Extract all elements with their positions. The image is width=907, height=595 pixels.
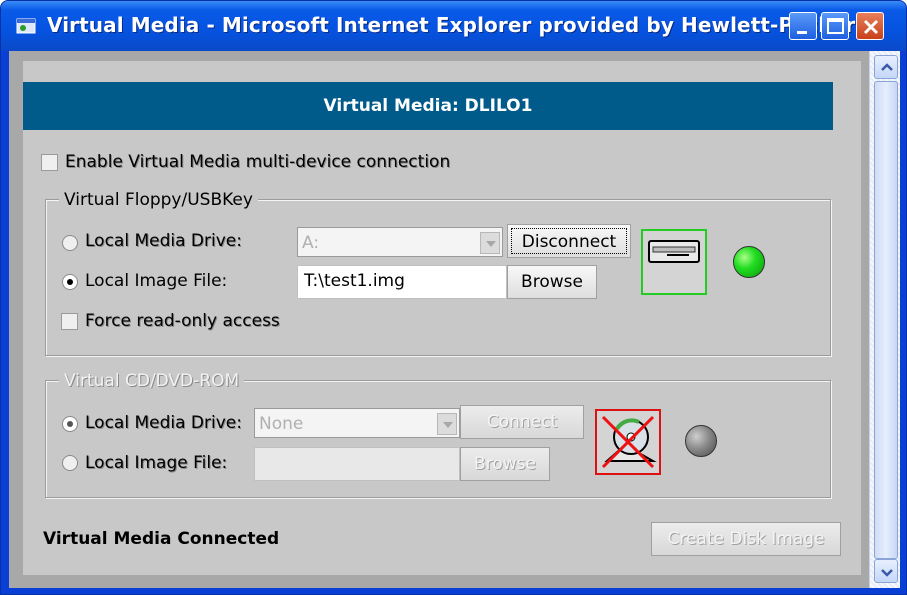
floppy-media-drive-label: Local Media Drive: xyxy=(85,231,242,251)
close-button[interactable] xyxy=(856,12,884,40)
minimize-button[interactable] xyxy=(789,12,817,40)
disconnect-label: Disconnect xyxy=(511,228,627,254)
floppy-image-file-input[interactable]: T:\test1.img xyxy=(297,265,507,299)
chevron-down-icon xyxy=(881,569,893,577)
readonly-checkbox[interactable] xyxy=(61,313,78,330)
ie-window-icon xyxy=(16,18,36,34)
cdrom-media-drive-radio[interactable] xyxy=(62,416,78,432)
multi-device-label: Enable Virtual Media multi-device connec… xyxy=(65,152,451,172)
floppy-status-led xyxy=(733,246,765,278)
client-area: Virtual Media: DLILO1 Enable Virtual Med… xyxy=(9,51,900,588)
chevron-up-icon xyxy=(881,63,893,71)
ie-window: Virtual Media - Microsoft Internet Explo… xyxy=(0,0,907,595)
disconnect-button[interactable]: Disconnect xyxy=(507,224,631,258)
cdrom-media-drive-select[interactable]: None xyxy=(254,408,460,438)
floppy-browse-button[interactable]: Browse xyxy=(507,265,597,299)
floppy-legend: Virtual Floppy/USBKey xyxy=(59,190,258,210)
cdrom-media-drive-label: Local Media Drive: xyxy=(85,413,242,433)
close-icon xyxy=(863,19,879,35)
scroll-up-button[interactable] xyxy=(874,55,898,79)
floppy-media-drive-select[interactable]: A: xyxy=(297,227,503,257)
scroll-thumb[interactable] xyxy=(874,81,898,559)
cdrom-status-led xyxy=(685,425,717,457)
floppy-media-drive-value: A: xyxy=(302,233,320,253)
floppy-image-file-label: Local Image File: xyxy=(85,271,228,291)
floppy-image-file-radio[interactable] xyxy=(62,274,78,290)
floppy-media-drive-radio[interactable] xyxy=(62,235,78,251)
page-content: Virtual Media: DLILO1 Enable Virtual Med… xyxy=(9,51,869,588)
chevron-down-icon xyxy=(480,232,500,254)
chevron-down-icon xyxy=(437,413,457,435)
cdrom-legend: Virtual CD/DVD-ROM xyxy=(59,371,245,391)
cdrom-connect-button[interactable]: Connect xyxy=(460,405,584,439)
page-title: Virtual Media: DLILO1 xyxy=(23,82,833,130)
connection-status: Virtual Media Connected xyxy=(43,529,280,549)
cd-disconnected-icon xyxy=(595,409,661,475)
cdrom-image-file-radio[interactable] xyxy=(62,455,78,471)
minimize-icon xyxy=(797,31,807,34)
cdrom-image-file-label: Local Image File: xyxy=(85,453,228,473)
readonly-label: Force read-only access xyxy=(85,311,280,331)
scroll-down-button[interactable] xyxy=(874,559,898,583)
maximize-icon xyxy=(827,18,844,34)
cdrom-media-drive-value: None xyxy=(259,414,304,434)
create-disk-image-button[interactable]: Create Disk Image xyxy=(651,522,841,556)
window-title: Virtual Media - Microsoft Internet Explo… xyxy=(47,13,870,37)
floppy-drive-icon xyxy=(641,229,707,295)
cdrom-image-file-input[interactable] xyxy=(254,447,460,481)
multi-device-checkbox[interactable] xyxy=(41,154,58,171)
maximize-button[interactable] xyxy=(821,12,849,40)
title-bar[interactable]: Virtual Media - Microsoft Internet Explo… xyxy=(1,1,906,51)
cdrom-browse-button[interactable]: Browse xyxy=(460,447,550,481)
vertical-scrollbar[interactable] xyxy=(869,51,900,588)
